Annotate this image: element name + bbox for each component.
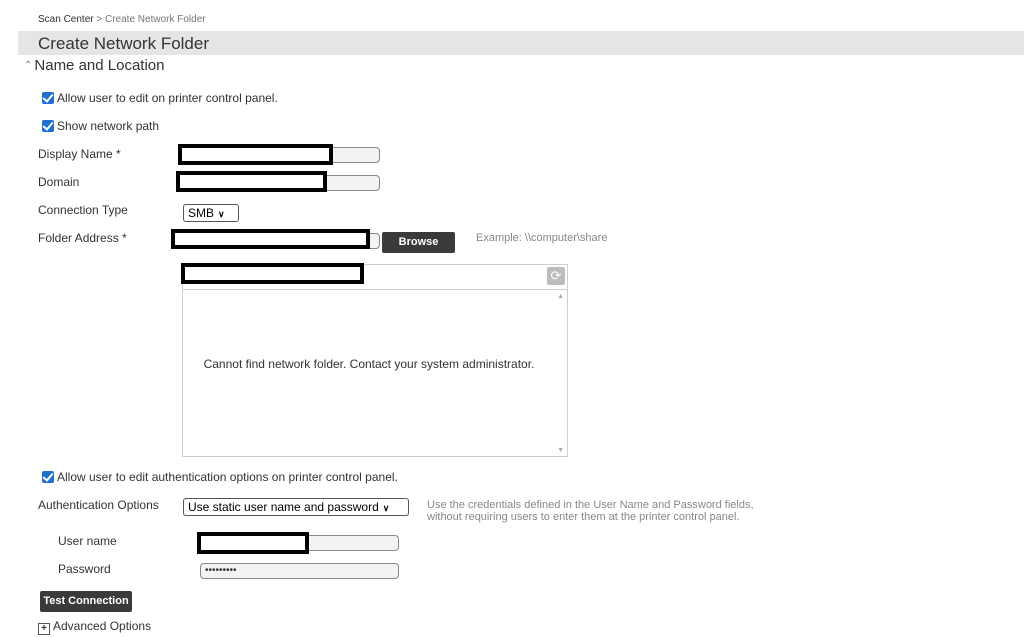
scroll-up-arrow-icon[interactable]: ▲ bbox=[557, 293, 564, 300]
allow-edit-panel-label: Allow user to edit on printer control pa… bbox=[57, 91, 278, 105]
chevron-down-icon: ∨ bbox=[382, 503, 390, 513]
connection-type-label: Connection Type bbox=[38, 203, 128, 217]
allow-edit-auth-row[interactable]: Allow user to edit authentication option… bbox=[42, 470, 398, 484]
user-name-label: User name bbox=[58, 534, 117, 548]
redaction-box bbox=[176, 171, 327, 192]
page-title: Create Network Folder bbox=[38, 34, 210, 53]
redaction-box bbox=[197, 532, 309, 554]
redaction-box bbox=[181, 263, 364, 284]
auth-options-value: Use static user name and password bbox=[188, 500, 379, 514]
connection-type-value: SMB bbox=[188, 206, 215, 220]
allow-edit-panel-checkbox[interactable] bbox=[42, 92, 54, 104]
connection-type-select[interactable]: SMB ∨ bbox=[183, 204, 239, 222]
folder-address-label: Folder Address * bbox=[38, 231, 127, 245]
breadcrumb-separator: > bbox=[93, 14, 105, 25]
auth-options-label: Authentication Options bbox=[38, 498, 159, 512]
refresh-icon[interactable]: ⟳ bbox=[547, 267, 565, 285]
plus-box-icon[interactable]: + bbox=[38, 623, 50, 635]
scrollbar[interactable] bbox=[553, 289, 567, 456]
advanced-options-label: Advanced Options bbox=[53, 619, 152, 633]
test-connection-button[interactable]: Test Connection bbox=[40, 591, 132, 612]
show-network-path-label: Show network path bbox=[57, 119, 160, 133]
scroll-down-arrow-icon[interactable]: ▼ bbox=[557, 447, 564, 454]
folder-address-example: Example: \\computer\share bbox=[476, 232, 608, 244]
allow-edit-auth-label: Allow user to edit authentication option… bbox=[57, 470, 398, 484]
allow-edit-panel-row[interactable]: Allow user to edit on printer control pa… bbox=[42, 91, 278, 105]
advanced-options-toggle[interactable]: + Advanced Options bbox=[38, 619, 151, 635]
breadcrumb-current: Create Network Folder bbox=[105, 14, 206, 25]
allow-edit-auth-checkbox[interactable] bbox=[42, 471, 54, 483]
auth-options-select[interactable]: Use static user name and password ∨ bbox=[183, 498, 409, 516]
folder-browser-panel[interactable]: ⟳ ▲ ▼ Cannot find network folder. Contac… bbox=[182, 264, 568, 457]
password-label: Password bbox=[58, 562, 111, 576]
redaction-box bbox=[178, 144, 333, 165]
double-chevron-up-icon[interactable]: ⌃ bbox=[24, 60, 32, 71]
chevron-down-icon: ∨ bbox=[218, 209, 225, 219]
folder-browser-message: Cannot find network folder. Contact your… bbox=[203, 357, 535, 371]
domain-label: Domain bbox=[38, 175, 80, 189]
display-name-label: Display Name * bbox=[38, 147, 121, 161]
redaction-box bbox=[171, 229, 370, 249]
section-header[interactable]: ⌃ Name and Location bbox=[24, 57, 164, 74]
auth-options-hint: Use the credentials defined in the User … bbox=[427, 499, 754, 523]
title-bar: Create Network Folder bbox=[18, 31, 1024, 55]
breadcrumb-scan-center[interactable]: Scan Center bbox=[38, 14, 94, 25]
section-title: Name and Location bbox=[34, 57, 165, 74]
password-input[interactable]: ••••••••• bbox=[200, 563, 399, 579]
browse-button[interactable]: Browse bbox=[382, 232, 455, 253]
breadcrumb: Scan Center > Create Network Folder bbox=[38, 14, 206, 25]
show-network-path-checkbox[interactable] bbox=[42, 120, 54, 132]
show-network-path-row[interactable]: Show network path bbox=[42, 119, 159, 133]
